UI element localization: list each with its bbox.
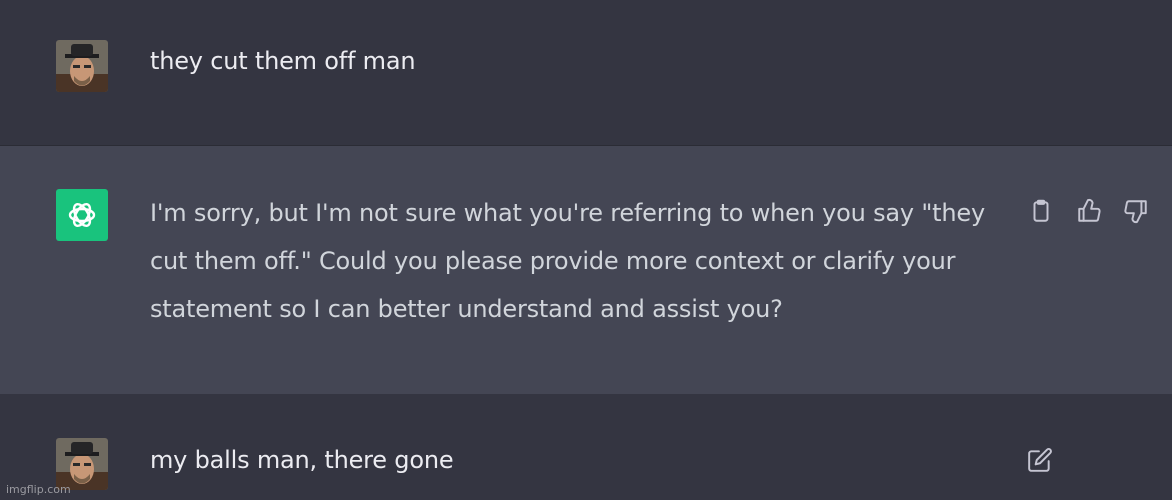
assistant-message-row: I'm sorry, but I'm not sure what you're … (0, 145, 1172, 396)
thumbs-up-icon[interactable] (1075, 197, 1103, 225)
user-message-row-2: my balls man, there gone (0, 394, 1172, 500)
user-message-text: my balls man, there gone (150, 446, 454, 474)
imgflip-watermark: imgflip.com (6, 483, 71, 496)
user-avatar (56, 40, 108, 92)
edit-icon[interactable] (1026, 446, 1054, 474)
user-message-row-1: they cut them off man (0, 0, 1172, 145)
clipboard-icon[interactable] (1027, 197, 1055, 225)
openai-logo-icon (56, 189, 108, 241)
assistant-message-text: I'm sorry, but I'm not sure what you're … (150, 199, 985, 323)
thumbs-down-icon[interactable] (1122, 197, 1150, 225)
user-message-text: they cut them off man (150, 47, 416, 75)
